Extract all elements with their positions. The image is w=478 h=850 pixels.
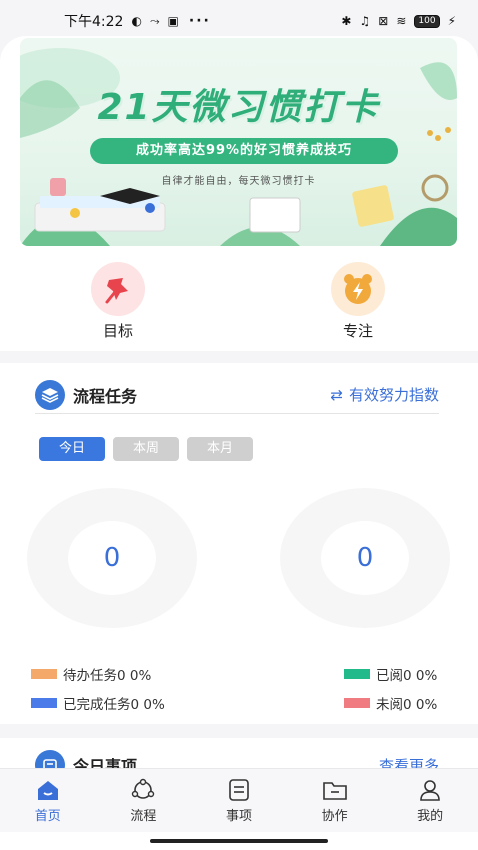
- today-section: 今日事项 查看更多: [0, 724, 478, 768]
- app-screen: 下午4:22 ◐ ⤳ ▣ ··· ✱ ♫ ⊠ ≋ 100 ⚡ 21天微习惯打卡 …: [0, 0, 478, 850]
- section-divider: [0, 351, 478, 363]
- legend-read-label: 已阅0 0%: [376, 668, 438, 684]
- banner-title: 21天微习惯打卡: [97, 87, 380, 128]
- task-total-value: 0: [68, 521, 156, 595]
- nav-collab[interactable]: 协作: [287, 769, 383, 832]
- legend-done-label: 已完成任务0 0%: [63, 697, 165, 713]
- goal-label: 目标: [102, 322, 133, 340]
- banner-subtitle: 自律才能自由，每天微习惯打卡: [161, 176, 316, 187]
- home-indicator[interactable]: [150, 839, 328, 843]
- battery-icon: 100: [414, 14, 440, 28]
- calendar-icon: [35, 750, 65, 768]
- view-more-link[interactable]: 查看更多: [379, 755, 439, 769]
- app-badge-icon: ▣: [167, 14, 179, 28]
- no-sim-icon: ⊠: [378, 14, 389, 28]
- banner-pill: 成功率高达99%的好习惯养成技巧: [90, 138, 398, 164]
- alarm-clock-icon: [331, 262, 385, 316]
- legend-swatch-done: [31, 698, 57, 708]
- legend-read: 已阅0 0%: [344, 664, 437, 684]
- list-icon: [229, 778, 249, 801]
- tab-month[interactable]: 本月: [187, 437, 253, 461]
- charging-icon: ⚡: [447, 14, 456, 28]
- task-donut-chart: 0: [27, 488, 197, 628]
- legend-unread-label: 未阅0 0%: [376, 697, 438, 713]
- today-section-header: 今日事项 查看更多: [35, 750, 439, 768]
- app-notification-icon: ◐: [131, 14, 142, 28]
- mute-icon: ♫: [359, 14, 371, 28]
- habit-banner[interactable]: 21天微习惯打卡 成功率高达99%的好习惯养成技巧 自律才能自由，每天微习惯打卡: [20, 38, 457, 246]
- nav-collab-label: 协作: [321, 808, 348, 824]
- focus-shortcut[interactable]: 专注: [313, 262, 403, 341]
- wifi-icon: ≋: [396, 14, 407, 28]
- bottom-nav: 首页 流程 事项 协作 我的: [0, 768, 478, 832]
- read-donut-chart: 0: [280, 488, 450, 628]
- legend-pending-label: 待办任务0 0%: [63, 668, 152, 684]
- home-icon: [37, 780, 58, 800]
- effort-index-link[interactable]: ⇄ 有效努力指数: [330, 384, 439, 405]
- nav-flow[interactable]: 流程: [96, 769, 192, 832]
- tab-today[interactable]: 今日: [39, 437, 105, 461]
- legend-swatch-pending: [31, 669, 57, 679]
- person-icon: [420, 779, 440, 801]
- nav-items-label: 事项: [225, 808, 252, 824]
- effort-index-label: 有效努力指数: [348, 386, 439, 404]
- nav-home[interactable]: 首页: [0, 769, 96, 832]
- nav-mine[interactable]: 我的: [382, 769, 478, 832]
- today-section-title: 今日事项: [73, 757, 138, 768]
- nav-mine-label: 我的: [417, 808, 444, 824]
- shortcut-row: 目标 专注: [0, 262, 478, 352]
- process-section-header: 流程任务 ⇄ 有效努力指数: [35, 376, 439, 414]
- legend-swatch-unread: [344, 698, 370, 708]
- more-notifications-icon: ···: [188, 13, 211, 29]
- goal-shortcut[interactable]: 目标: [73, 262, 163, 341]
- layers-icon: [35, 379, 65, 410]
- swap-icon: ⇄: [330, 385, 343, 404]
- bluetooth-icon: ✱: [341, 14, 352, 28]
- status-time: 下午4:22: [64, 14, 124, 30]
- home-page: 21天微习惯打卡 成功率高达99%的好习惯养成技巧 自律才能自由，每天微习惯打卡…: [0, 36, 478, 768]
- legend-swatch-read: [344, 669, 370, 679]
- focus-label: 专注: [342, 322, 373, 340]
- period-tabs: 今日 本周 本月: [39, 437, 253, 461]
- share-icon: ⤳: [149, 13, 160, 28]
- read-total-value: 0: [321, 521, 409, 595]
- process-section-title: 流程任务: [73, 386, 138, 406]
- nav-home-label: 首页: [34, 808, 61, 824]
- nav-flow-label: 流程: [130, 808, 157, 824]
- legend-unread: 未阅0 0%: [344, 693, 437, 713]
- legend-done: 已完成任务0 0%: [31, 693, 165, 713]
- nav-items[interactable]: 事项: [191, 769, 287, 832]
- folder-icon: [322, 781, 347, 800]
- tab-week[interactable]: 本周: [113, 437, 179, 461]
- flow-icon: [132, 778, 155, 799]
- pushpin-icon: [91, 262, 145, 316]
- legend-pending: 待办任务0 0%: [31, 664, 151, 684]
